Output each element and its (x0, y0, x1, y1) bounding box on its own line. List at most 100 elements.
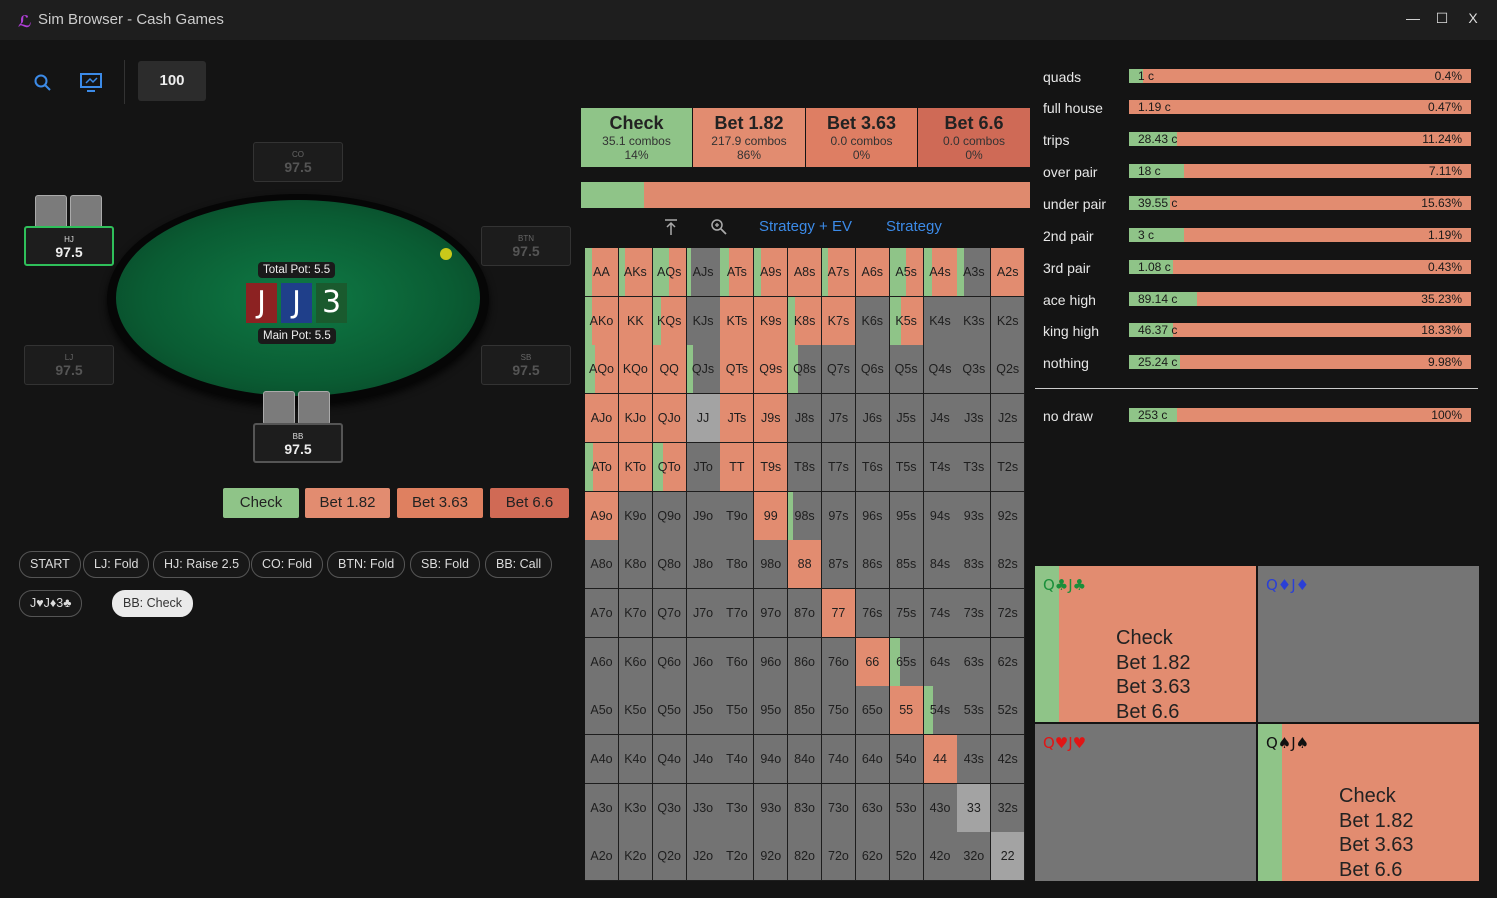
range-cell[interactable]: K7o (618, 588, 652, 637)
range-cell[interactable]: 42s (991, 735, 1025, 783)
range-cell[interactable]: 94s (923, 491, 957, 540)
range-cell[interactable]: 72s (991, 588, 1025, 637)
range-cell[interactable]: 87o (788, 588, 822, 637)
range-cell[interactable]: T3o (720, 783, 754, 832)
range-cell[interactable]: K5s (889, 296, 923, 345)
range-cell[interactable]: 63s (957, 637, 991, 686)
range-cell[interactable]: 96s (855, 491, 889, 540)
range-cell[interactable]: KK (618, 296, 652, 345)
maximize-button[interactable]: ☐ (1432, 10, 1452, 27)
combo-panel[interactable]: Q♥J♥ (1035, 724, 1256, 881)
range-cell[interactable]: 32o (957, 832, 991, 881)
range-cell[interactable]: K3o (618, 783, 652, 832)
range-cell[interactable]: A6s (855, 248, 889, 296)
summary-bet-small[interactable]: Bet 1.82 217.9 combos 86% (693, 108, 805, 167)
stat-bar[interactable]: 1.08 c 0.43% (1129, 260, 1471, 274)
history-chip[interactable]: HJ: Raise 2.5 (153, 551, 251, 578)
range-cell[interactable]: A7s (821, 248, 855, 296)
range-cell[interactable]: Q9o (652, 491, 686, 540)
history-chip-selected[interactable]: BB: Check (112, 590, 194, 617)
range-cell[interactable]: T5s (889, 442, 923, 491)
stat-bar[interactable]: 39.55 c 15.63% (1129, 196, 1471, 210)
range-cell[interactable]: T4s (923, 442, 957, 491)
range-cell[interactable]: 95o (754, 686, 788, 735)
range-cell[interactable]: A8s (788, 248, 822, 296)
range-cell[interactable]: J2s (991, 394, 1025, 443)
range-cell[interactable]: K4o (618, 735, 652, 783)
range-cell[interactable]: 92o (754, 832, 788, 881)
range-cell[interactable]: K2o (618, 832, 652, 881)
range-cell[interactable]: J4s (923, 394, 957, 443)
range-cell[interactable]: QTs (720, 345, 754, 394)
combo-panel[interactable]: Q♠J♠ Check10%Bet 1.8290%Bet 3.630%Bet 6.6… (1258, 724, 1479, 881)
range-cell[interactable]: 52o (889, 832, 923, 881)
range-cell[interactable]: K4s (923, 296, 957, 345)
range-cell[interactable]: 97s (821, 491, 855, 540)
range-cell[interactable]: Q4s (923, 345, 957, 394)
range-cell[interactable]: J5s (889, 394, 923, 443)
range-cell[interactable]: A4o (585, 735, 618, 783)
range-cell[interactable]: 93s (957, 491, 991, 540)
range-cell[interactable]: A9s (754, 248, 788, 296)
range-cell[interactable]: T8o (720, 540, 754, 589)
range-cell[interactable]: J3o (686, 783, 720, 832)
range-cell[interactable]: 98s (788, 491, 822, 540)
seat-lj[interactable]: LJ 97.5 (24, 345, 114, 385)
range-cell[interactable]: 83s (957, 540, 991, 589)
range-cell[interactable]: A8o (585, 540, 618, 589)
history-chip[interactable]: LJ: Fold (83, 551, 150, 578)
range-cell[interactable]: Q3s (957, 345, 991, 394)
history-chip[interactable]: BTN: Fold (327, 551, 406, 578)
range-cell[interactable]: K7s (821, 296, 855, 345)
range-cell[interactable]: QJs (686, 345, 720, 394)
range-cell[interactable]: 82o (788, 832, 822, 881)
range-cell[interactable]: 65o (855, 686, 889, 735)
seat-co[interactable]: CO 97.5 (253, 142, 343, 182)
range-cell[interactable]: K2s (991, 296, 1025, 345)
range-cell[interactable]: J8o (686, 540, 720, 589)
action-bet-small-button[interactable]: Bet 1.82 (305, 488, 390, 518)
range-cell[interactable]: Q8o (652, 540, 686, 589)
range-cell[interactable]: 42o (923, 832, 957, 881)
range-cell[interactable]: AQs (652, 248, 686, 296)
range-cell[interactable]: JTo (686, 442, 720, 491)
range-cell[interactable]: 33 (957, 783, 991, 832)
range-cell[interactable]: T6o (720, 637, 754, 686)
stat-bar[interactable]: 28.43 c 11.24% (1129, 132, 1471, 146)
summary-bet-medium[interactable]: Bet 3.63 0.0 combos 0% (806, 108, 917, 167)
range-cell[interactable]: 86o (788, 637, 822, 686)
range-cell[interactable]: 32s (991, 783, 1025, 832)
search-icon[interactable] (33, 73, 53, 98)
range-cell[interactable]: Q8s (788, 345, 822, 394)
range-cell[interactable]: A6o (585, 637, 618, 686)
range-cell[interactable]: T6s (855, 442, 889, 491)
history-chip[interactable]: BB: Call (485, 551, 553, 578)
range-cell[interactable]: 77 (821, 588, 855, 637)
range-cell[interactable]: 97o (754, 588, 788, 637)
stat-bar[interactable]: 46.37 c 18.33% (1129, 323, 1471, 337)
range-cell[interactable]: K5o (618, 686, 652, 735)
action-check-button[interactable]: Check (223, 488, 299, 518)
range-cell[interactable]: 74s (923, 588, 957, 637)
range-cell[interactable]: AJs (686, 248, 720, 296)
range-cell[interactable]: KQo (618, 345, 652, 394)
range-cell[interactable]: T9s (754, 442, 788, 491)
range-cell[interactable]: 88 (788, 540, 822, 589)
stat-bar[interactable]: 1.19 c 0.47% (1129, 100, 1471, 114)
range-cell[interactable]: J7o (686, 588, 720, 637)
range-cell[interactable]: AKs (618, 248, 652, 296)
range-cell[interactable]: J7s (821, 394, 855, 443)
range-cell[interactable]: Q7o (652, 588, 686, 637)
range-cell[interactable]: A4s (923, 248, 957, 296)
range-cell[interactable]: 22 (991, 832, 1025, 881)
stack-depth-button[interactable]: 100 (138, 61, 206, 101)
range-cell[interactable]: T8s (788, 442, 822, 491)
range-cell[interactable]: KJo (618, 394, 652, 443)
range-cell[interactable]: 93o (754, 783, 788, 832)
monitor-icon[interactable] (79, 72, 103, 99)
zoom-icon[interactable] (710, 218, 728, 240)
stat-bar[interactable]: 253 c 100% (1129, 408, 1471, 422)
range-cell[interactable]: K6s (855, 296, 889, 345)
range-cell[interactable]: 64s (923, 637, 957, 686)
range-cell[interactable]: 65s (889, 637, 923, 686)
